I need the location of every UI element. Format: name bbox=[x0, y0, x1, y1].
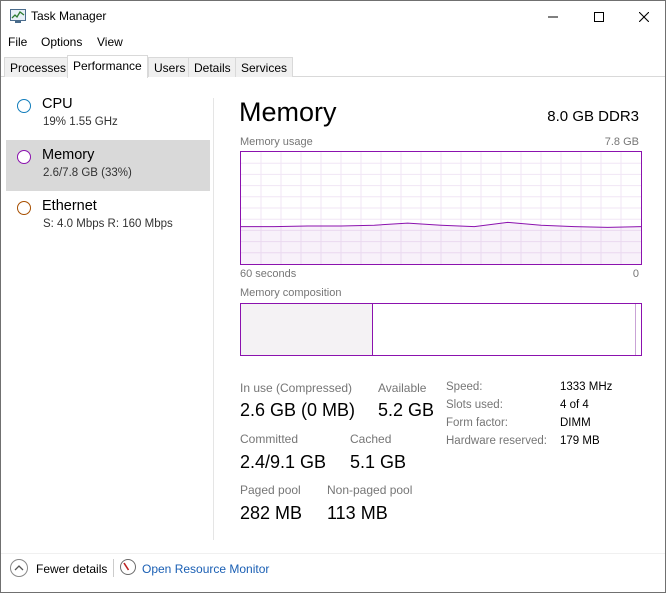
tab-processes[interactable]: Processes bbox=[4, 57, 73, 77]
cpu-indicator-icon bbox=[17, 99, 31, 113]
sidebar-item-subtitle: 19% 1.55 GHz bbox=[43, 116, 118, 128]
tab-strip: Processes Performance Users Details Serv… bbox=[1, 55, 665, 78]
tab-performance[interactable]: Performance bbox=[67, 55, 148, 78]
paged-pool-value: 282 MB bbox=[240, 503, 303, 523]
menu-options[interactable]: Options bbox=[41, 35, 82, 49]
sidebar-item-ethernet[interactable]: Ethernet S: 4.0 Mbps R: 160 Mbps bbox=[6, 191, 210, 242]
menu-view[interactable]: View bbox=[97, 35, 123, 49]
page-title: Memory bbox=[239, 97, 337, 127]
sidebar-item-title: Memory bbox=[42, 147, 95, 163]
composition-label: Memory composition bbox=[240, 287, 342, 299]
tab-users[interactable]: Users bbox=[148, 57, 192, 77]
open-resource-monitor-label: Open Resource Monitor bbox=[142, 562, 270, 576]
pane-divider[interactable] bbox=[213, 98, 214, 540]
usage-area bbox=[241, 222, 641, 264]
slots-label: Slots used: bbox=[446, 399, 503, 411]
memory-indicator-icon bbox=[17, 150, 31, 164]
paged-pool-label: Paged pool bbox=[240, 483, 301, 497]
composition-in-use bbox=[241, 304, 373, 355]
footer-separator bbox=[113, 559, 114, 577]
usage-graph-label: Memory usage bbox=[240, 136, 313, 148]
memory-type: 8.0 GB DDR3 bbox=[547, 108, 639, 125]
available-value: 5.2 GB bbox=[378, 400, 435, 420]
memory-composition-bar bbox=[240, 303, 642, 356]
minimize-button[interactable] bbox=[530, 1, 576, 32]
footer-divider bbox=[1, 553, 665, 554]
committed-value: 2.4/9.1 GB bbox=[240, 452, 327, 472]
form-factor-label: Form factor: bbox=[446, 417, 508, 429]
resource-list: CPU 19% 1.55 GHz Memory 2.6/7.8 GB (33%)… bbox=[6, 89, 210, 539]
chevron-up-icon bbox=[10, 559, 28, 577]
close-icon bbox=[638, 11, 650, 23]
usage-graph-max: 7.8 GB bbox=[604, 136, 639, 148]
graph-time-left: 60 seconds bbox=[240, 268, 297, 280]
in-use-value: 2.6 GB (0 MB) bbox=[240, 400, 356, 420]
sidebar-item-title: CPU bbox=[42, 96, 73, 112]
nonpaged-pool-value: 113 MB bbox=[327, 503, 388, 523]
resource-monitor-icon bbox=[120, 559, 136, 575]
minimize-icon bbox=[548, 16, 558, 18]
fewer-details-label: Fewer details bbox=[36, 562, 108, 576]
speed-value: 1333 MHz bbox=[560, 381, 613, 393]
ethernet-indicator-icon bbox=[17, 201, 31, 215]
cached-label: Cached bbox=[350, 432, 392, 446]
sidebar-item-subtitle: S: 4.0 Mbps R: 160 Mbps bbox=[43, 218, 173, 230]
sidebar-item-cpu[interactable]: CPU 19% 1.55 GHz bbox=[6, 89, 210, 140]
memory-usage-chart bbox=[241, 152, 641, 264]
available-label: Available bbox=[378, 381, 427, 395]
sidebar-item-title: Ethernet bbox=[42, 198, 97, 214]
tab-services[interactable]: Services bbox=[235, 57, 294, 77]
task-manager-icon bbox=[10, 9, 26, 23]
tab-details[interactable]: Details bbox=[188, 57, 237, 77]
title-bar[interactable]: Task Manager bbox=[1, 1, 665, 32]
in-use-label: In use (Compressed) bbox=[240, 381, 353, 395]
task-manager-window: Task Manager File Options View Processes… bbox=[0, 0, 666, 593]
maximize-button[interactable] bbox=[576, 1, 622, 32]
composition-free-marker bbox=[635, 304, 636, 355]
menu-file[interactable]: File bbox=[8, 35, 27, 49]
sidebar-item-memory[interactable]: Memory 2.6/7.8 GB (33%) bbox=[6, 140, 210, 191]
cached-value: 5.1 GB bbox=[350, 452, 407, 472]
committed-label: Committed bbox=[240, 432, 299, 446]
hardware-reserved-value: 179 MB bbox=[560, 435, 600, 447]
speed-label: Speed: bbox=[446, 381, 483, 393]
menu-bar: File Options View bbox=[1, 32, 665, 52]
close-button[interactable] bbox=[621, 1, 666, 32]
window-title: Task Manager bbox=[31, 9, 107, 23]
nonpaged-pool-label: Non-paged pool bbox=[327, 483, 413, 497]
memory-usage-graph bbox=[240, 151, 642, 265]
sidebar-item-subtitle: 2.6/7.8 GB (33%) bbox=[43, 167, 132, 179]
form-factor-value: DIMM bbox=[560, 417, 591, 429]
hardware-reserved-label: Hardware reserved: bbox=[446, 435, 547, 447]
maximize-icon bbox=[594, 12, 604, 23]
graph-time-right: 0 bbox=[632, 268, 639, 280]
slots-value: 4 of 4 bbox=[560, 399, 589, 411]
